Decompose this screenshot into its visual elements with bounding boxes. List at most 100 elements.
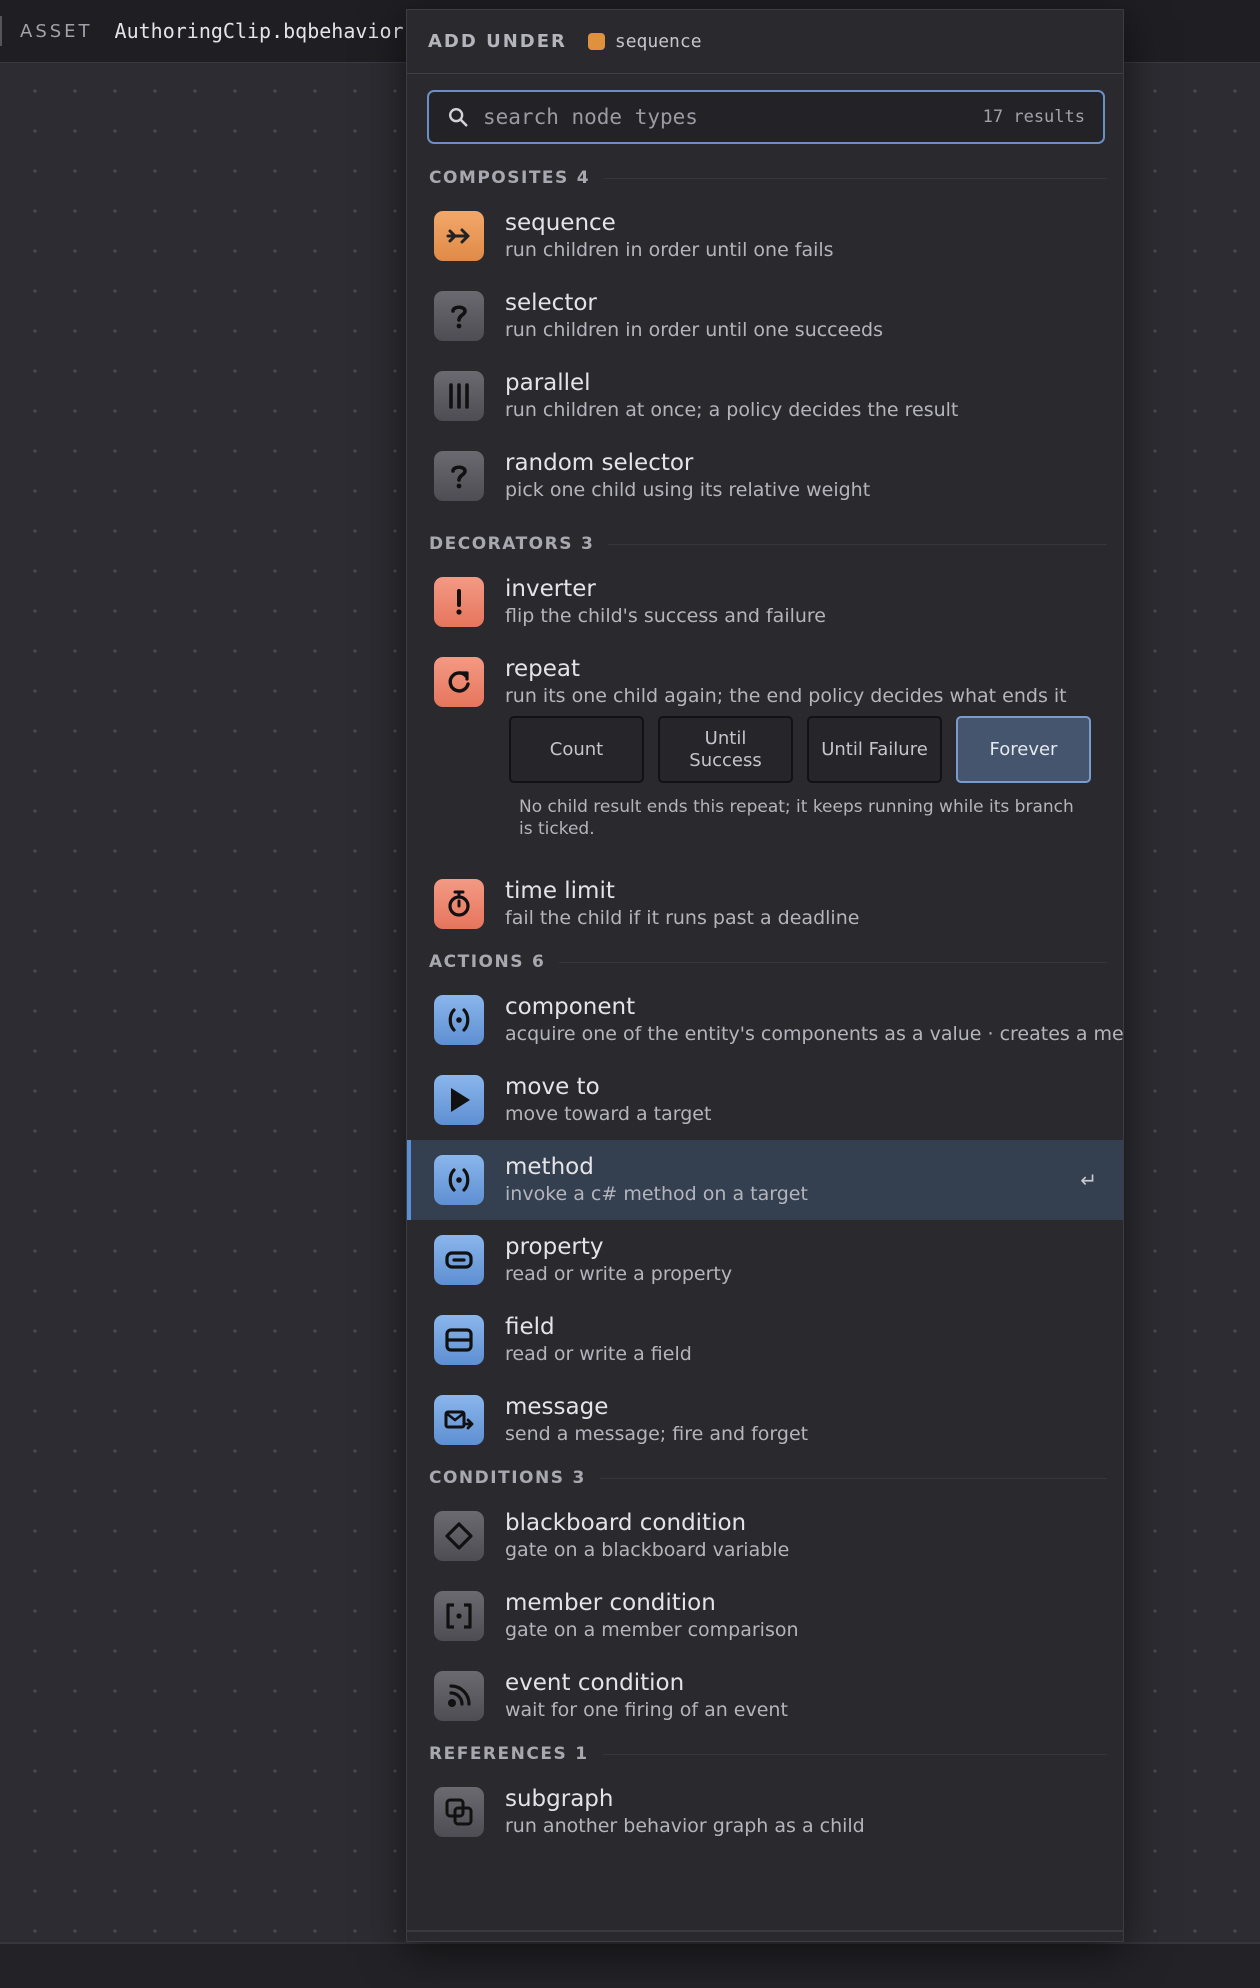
section-label: DECORATORS — [429, 534, 573, 554]
section-composites: COMPOSITES 4 — [407, 160, 1123, 196]
section-divider — [604, 177, 1107, 179]
item-description: wait for one firing of an event — [505, 1699, 788, 1721]
item-description: flip the child's success and failure — [505, 605, 826, 627]
item-description: gate on a member comparison — [505, 1619, 799, 1641]
item-title: random selector — [505, 450, 694, 476]
arrow-right-icon — [434, 211, 484, 261]
topbar-edge — [0, 16, 2, 46]
section-count: 6 — [531, 952, 546, 972]
repeat-policy-group: Count Until Success Until Failure Foreve… — [407, 716, 1123, 783]
result-count: 17 results — [982, 107, 1085, 127]
parent-color-swatch — [587, 33, 605, 50]
list-item-property[interactable]: property read or write a property — [407, 1220, 1123, 1300]
section-count: 4 — [576, 168, 591, 188]
item-title: member condition — [505, 1590, 716, 1616]
search-input[interactable] — [483, 105, 983, 129]
list-item-message[interactable]: message send a message; fire and forget — [407, 1380, 1123, 1460]
list-item-member-condition[interactable]: member condition gate on a member compar… — [407, 1576, 1123, 1656]
item-title: move to — [505, 1074, 600, 1100]
list-item-repeat[interactable]: repeat run its one child again; the end … — [407, 642, 1123, 722]
list-item-method[interactable]: method invoke a c# method on a target ↵ — [407, 1140, 1123, 1220]
popup-header: ADD UNDER sequence — [407, 10, 1123, 74]
item-description: move toward a target — [505, 1103, 712, 1125]
section-label: CONDITIONS — [429, 1468, 565, 1488]
exclamation-icon — [434, 577, 484, 627]
section-count: 1 — [575, 1744, 589, 1764]
policy-until-success-button[interactable]: Until Success — [658, 716, 793, 783]
item-title: selector — [505, 290, 597, 316]
popup-footer-divider — [407, 1930, 1123, 1932]
item-description: read or write a property — [505, 1263, 733, 1285]
diamond-icon — [434, 1511, 484, 1561]
item-title: method — [505, 1154, 594, 1180]
subgraph-icon — [434, 1787, 484, 1837]
item-title: sequence — [505, 210, 616, 236]
repeat-policy-note: No child result ends this repeat; it kee… — [519, 797, 1074, 839]
stopwatch-icon — [434, 879, 484, 929]
item-title: field — [505, 1314, 555, 1340]
policy-until-failure-button[interactable]: Until Failure — [807, 716, 942, 783]
list-item-parallel[interactable]: parallel run children at once; a policy … — [407, 356, 1123, 436]
item-title: message — [505, 1394, 609, 1420]
item-title: component — [505, 994, 636, 1020]
item-description: send a message; fire and forget — [505, 1423, 809, 1445]
parent-node-name: sequence — [614, 31, 702, 52]
search-icon — [449, 108, 468, 127]
item-description: run another behavior graph as a child — [505, 1815, 865, 1837]
search-box[interactable]: 17 results — [427, 90, 1105, 144]
method-icon — [434, 1155, 484, 1205]
section-conditions: CONDITIONS 3 — [407, 1460, 1123, 1496]
list-item-blackboard-condition[interactable]: blackboard condition gate on a blackboar… — [407, 1496, 1123, 1576]
list-item-selector[interactable]: selector run children in order until one… — [407, 276, 1123, 356]
item-title: inverter — [505, 576, 596, 602]
list-item-field[interactable]: field read or write a field — [407, 1300, 1123, 1380]
item-description: gate on a blackboard variable — [505, 1539, 790, 1561]
section-decorators: DECORATORS 3 — [407, 526, 1123, 562]
list-item-move-to[interactable]: move to move toward a target — [407, 1060, 1123, 1140]
status-bar — [0, 1942, 1260, 1988]
asset-name[interactable]: AuthoringClip.bqbehavior — [115, 19, 415, 43]
question-icon — [434, 291, 484, 341]
section-divider — [602, 1753, 1107, 1755]
item-description: run children in order until one fails — [505, 239, 834, 261]
item-title: property — [505, 1234, 604, 1260]
property-icon — [434, 1235, 484, 1285]
question-icon — [434, 451, 484, 501]
section-label: COMPOSITES — [429, 168, 569, 188]
list-item-inverter[interactable]: inverter flip the child's success and fa… — [407, 562, 1123, 642]
section-count: 3 — [580, 534, 595, 554]
list-item-event-condition[interactable]: event condition wait for one firing of a… — [407, 1656, 1123, 1736]
node-type-list: COMPOSITES 4 sequence run children in or… — [407, 160, 1124, 1852]
section-actions: ACTIONS 6 — [407, 944, 1123, 980]
item-description: read or write a field — [505, 1343, 692, 1365]
list-item-time-limit[interactable]: time limit fail the child if it runs pas… — [407, 864, 1123, 944]
section-count: 3 — [572, 1468, 586, 1488]
bars-icon — [434, 371, 484, 421]
item-title: parallel — [505, 370, 591, 396]
play-icon — [434, 1075, 484, 1125]
repeat-icon — [434, 657, 484, 707]
list-item-subgraph[interactable]: subgraph run another behavior graph as a… — [407, 1772, 1123, 1852]
item-description: invoke a c# method on a target — [505, 1183, 808, 1205]
list-item-sequence[interactable]: sequence run children in order until one… — [407, 196, 1123, 276]
item-description: acquire one of the entity's components a… — [505, 1023, 1124, 1045]
item-title: blackboard condition — [505, 1510, 747, 1536]
policy-forever-button[interactable]: Forever — [956, 716, 1091, 783]
section-divider — [599, 1477, 1107, 1479]
component-icon — [434, 995, 484, 1045]
section-references: REFERENCES 1 — [407, 1736, 1123, 1772]
list-item-component[interactable]: component acquire one of the entity's co… — [407, 980, 1124, 1060]
section-divider — [608, 543, 1107, 545]
item-description: fail the child if it runs past a deadlin… — [505, 907, 860, 929]
policy-count-button[interactable]: Count — [509, 716, 644, 783]
signal-icon — [434, 1671, 484, 1721]
add-node-popup: ADD UNDER sequence 17 results COMPOSITES… — [406, 9, 1124, 1942]
asset-label: ASSET — [20, 20, 93, 42]
field-icon — [434, 1315, 484, 1365]
mail-send-icon — [434, 1395, 484, 1445]
item-title: subgraph — [505, 1786, 614, 1812]
item-description: run children at once; a policy decides t… — [505, 399, 959, 421]
add-under-label: ADD UNDER — [428, 31, 567, 52]
section-divider — [559, 961, 1107, 963]
list-item-random-selector[interactable]: random selector pick one child using its… — [407, 436, 1123, 516]
